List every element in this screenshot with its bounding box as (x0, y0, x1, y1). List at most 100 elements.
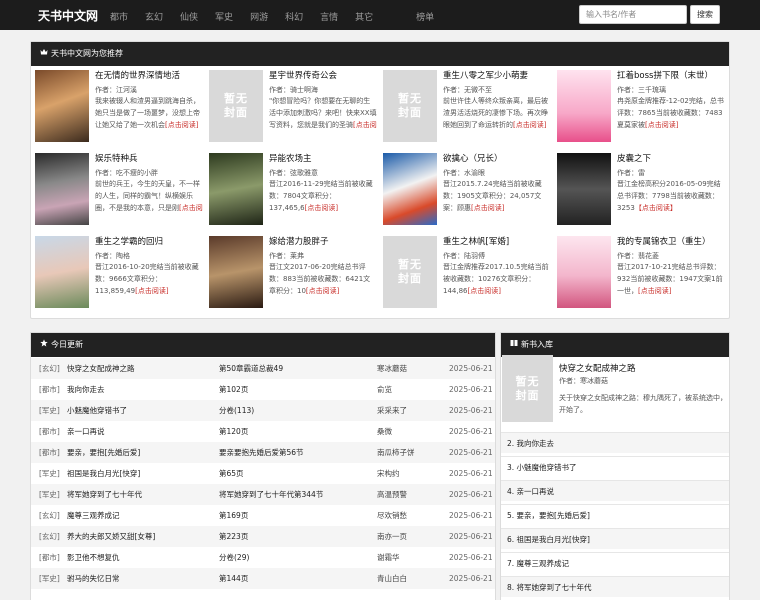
featured-book-cover[interactable]: 暂无 封面 (502, 355, 553, 422)
update-book-title[interactable]: 养大的夫郎又娇又甜[女尊] (67, 526, 207, 547)
read-more-link[interactable]: 【点击阅读】 (635, 204, 677, 212)
recommend-title: 天书中文网为您推荐 (51, 49, 123, 58)
book-card[interactable]: 暂无 封面 重生之林帆[军婚] 作者：陆羽傅 晋江金牌推荐2017.10.5完结当前被收… (379, 236, 554, 316)
nav-link-rank[interactable]: 榜单 (416, 10, 434, 23)
book-title[interactable]: 重生之林帆[军婚] (443, 236, 551, 248)
read-more-link[interactable]: [点击阅读] (471, 204, 504, 212)
book-title[interactable]: 异能农场主 (269, 153, 377, 165)
new-book-item[interactable]: 5. 要亲，要抱[先婚后爱] (501, 504, 729, 525)
book-cover[interactable]: 暂无 封面 (209, 70, 263, 142)
book-cover[interactable] (209, 153, 263, 225)
update-chapter[interactable]: 分卷(29) (219, 547, 359, 568)
book-card[interactable]: 重生之学霸的回归 作者：陶格 晋江2016-10-20完结当前被收藏数：9666文章… (31, 236, 206, 316)
new-book-item[interactable]: 3. 小魅魔他穿错书了 (501, 456, 729, 477)
read-more-link[interactable]: [点击阅读] (306, 287, 339, 295)
book-title[interactable]: 在无情的世界深情地活 (95, 70, 203, 82)
update-book-title[interactable]: 驸马的失忆日常 (67, 568, 207, 589)
nav-link-junshi[interactable]: 军史 (215, 10, 233, 23)
book-cover[interactable] (557, 236, 611, 308)
update-chapter[interactable]: 第65页 (219, 463, 359, 484)
book-card[interactable]: 嫁给潜力股胖子 作者：莱弗 晋江文2017-06-20完结总书评数：883当前被收藏… (205, 236, 380, 316)
new-book-item[interactable]: 4. 亲一口再说 (501, 480, 729, 501)
new-book-item[interactable]: 2. 我向你走去 (501, 432, 729, 453)
book-cover[interactable] (35, 70, 89, 142)
update-chapter[interactable]: 第144页 (219, 568, 359, 589)
book-title[interactable]: 欲擒心（兄长） (443, 153, 551, 165)
book-title[interactable]: 扛着boss拼下限（末世） (617, 70, 725, 82)
book-title[interactable]: 星宇世界传奇公会 (269, 70, 377, 82)
update-book-title[interactable]: 我向你走去 (67, 379, 207, 400)
read-more-link[interactable]: [点击阅读] (645, 121, 678, 129)
update-book-title[interactable]: 祖国是我白月光[快穿] (67, 463, 207, 484)
book-card[interactable]: 暂无 封面 重生八零之军少小萌妻 作者：无微不至 前世许佳人等终众叛亲离，最后被渣男活活… (379, 70, 554, 150)
site-logo[interactable]: 天书中文网 (38, 7, 98, 24)
read-more-link[interactable]: [点击阅读] (269, 121, 377, 131)
book-cover[interactable] (557, 70, 611, 142)
book-author: 作者：无微不至 (443, 86, 492, 94)
nav-link-xuanhuan[interactable]: 玄幻 (145, 10, 163, 23)
read-more-link[interactable]: [点击阅读] (165, 121, 198, 129)
book-card[interactable]: 异能农场主 作者：弦歌雅意 晋江2016-11-29完结当前被收藏数：7804文章积… (205, 153, 380, 233)
book-cover[interactable] (557, 153, 611, 225)
update-chapter[interactable]: 第223页 (219, 526, 359, 547)
book-cover[interactable] (35, 153, 89, 225)
update-date: 2025-06-21 (449, 406, 493, 415)
crown-icon (40, 42, 48, 66)
nav-link-yanqing[interactable]: 言情 (320, 10, 338, 23)
book-cover[interactable] (35, 236, 89, 308)
nav-link-qita[interactable]: 其它 (355, 10, 373, 23)
update-chapter[interactable]: 第120页 (219, 421, 359, 442)
featured-book-title[interactable]: 快穿之女配成神之路 (559, 362, 636, 374)
update-book-title[interactable]: 影卫他不想复仇 (67, 547, 207, 568)
update-book-title[interactable]: 快穿之女配成神之路 (67, 358, 207, 379)
update-chapter[interactable]: 第50章霸道总裁49 (219, 358, 359, 379)
book-card[interactable]: 暂无 封面 星宇世界传奇公会 作者：骑士啊海 "你想冒险吗？你想要在无聊的生活中添加刺激… (205, 70, 380, 150)
read-more-link[interactable]: [点击阅读] (305, 204, 338, 212)
read-more-link[interactable]: [点击阅读] (468, 287, 501, 295)
book-author: 作者：雷 (617, 169, 645, 177)
update-book-title[interactable]: 小魅魔他穿错书了 (67, 400, 207, 421)
book-card[interactable]: 扛着boss拼下限（末世） 作者：三千琉璃 冉尧原金牌推荐-12-02完结，总书评数… (553, 70, 728, 150)
update-date: 2025-06-21 (449, 553, 493, 562)
update-author: 南瓜柿子饼 (377, 448, 415, 457)
book-cover[interactable]: 暂无 封面 (383, 70, 437, 142)
new-book-item[interactable]: 7. 魔尊三观养成记 (501, 552, 729, 573)
book-title[interactable]: 娱乐特种兵 (95, 153, 203, 165)
book-card[interactable]: 在无情的世界深情地活 作者：江河溪 我来被辍人和渣男逼到跳海自杀，她只当是做了一场噩… (31, 70, 206, 150)
book-cover[interactable] (383, 153, 437, 225)
new-book-item[interactable]: 6. 祖国是我白月光[快穿] (501, 528, 729, 549)
update-chapter[interactable]: 第102页 (219, 379, 359, 400)
book-card[interactable]: 娱乐特种兵 作者：吃不瘦的小胖 前世的兵王，今生的天皇，不一样的人生，同样的霸气！纵… (31, 153, 206, 233)
read-more-link[interactable]: [点击阅读] (513, 121, 546, 129)
book-card[interactable]: 皮囊之下 作者：雷 晋江金榜高积分2016-05-09完结总书评数：7798当前被收… (553, 153, 728, 233)
book-title[interactable]: 重生之学霸的回归 (95, 236, 203, 248)
book-card[interactable]: 欲擒心（兄长） 作者：水渝眼 晋江2015.7.24完结当前被收藏数：1905文章积… (379, 153, 554, 233)
read-more-link[interactable]: [点击阅读] (135, 287, 168, 295)
update-chapter[interactable]: 分卷(113) (219, 400, 359, 421)
update-category: [都市] (39, 553, 60, 562)
book-card[interactable]: 我的专属锦衣卫（重生） 作者：翡花菱 晋江2017-10-21完结总书评数：932当… (553, 236, 728, 316)
read-more-link[interactable]: [点击阅读] (95, 204, 203, 214)
book-title[interactable]: 皮囊之下 (617, 153, 725, 165)
nav-link-dushi[interactable]: 都市 (110, 10, 128, 23)
new-book-item[interactable]: 8. 将军她穿到了七十年代 (501, 576, 729, 597)
nav-link-xianxia[interactable]: 仙侠 (180, 10, 198, 23)
update-book-title[interactable]: 魔尊三观养成记 (67, 505, 207, 526)
nav-link-kehuan[interactable]: 科幻 (285, 10, 303, 23)
read-more-link[interactable]: [点击阅读] (638, 287, 671, 295)
book-title[interactable]: 我的专属锦衣卫（重生） (617, 236, 725, 248)
update-chapter[interactable]: 将军她穿到了七十年代第344节 (219, 484, 359, 505)
update-book-title[interactable]: 将军她穿到了七十年代 (67, 484, 207, 505)
search-button[interactable]: 搜索 (690, 5, 720, 24)
update-author: 谢霜华 (377, 553, 400, 562)
book-title[interactable]: 嫁给潜力股胖子 (269, 236, 377, 248)
book-cover[interactable]: 暂无 封面 (383, 236, 437, 308)
book-title[interactable]: 重生八零之军少小萌妻 (443, 70, 551, 82)
update-book-title[interactable]: 要亲，要抱[先婚后爱] (67, 442, 207, 463)
update-book-title[interactable]: 亲一口再说 (67, 421, 207, 442)
nav-link-wangyou[interactable]: 网游 (250, 10, 268, 23)
update-chapter[interactable]: 要亲要抱先婚后爱第56节 (219, 442, 359, 463)
update-chapter[interactable]: 第169页 (219, 505, 359, 526)
search-input[interactable] (579, 5, 687, 24)
book-cover[interactable] (209, 236, 263, 308)
